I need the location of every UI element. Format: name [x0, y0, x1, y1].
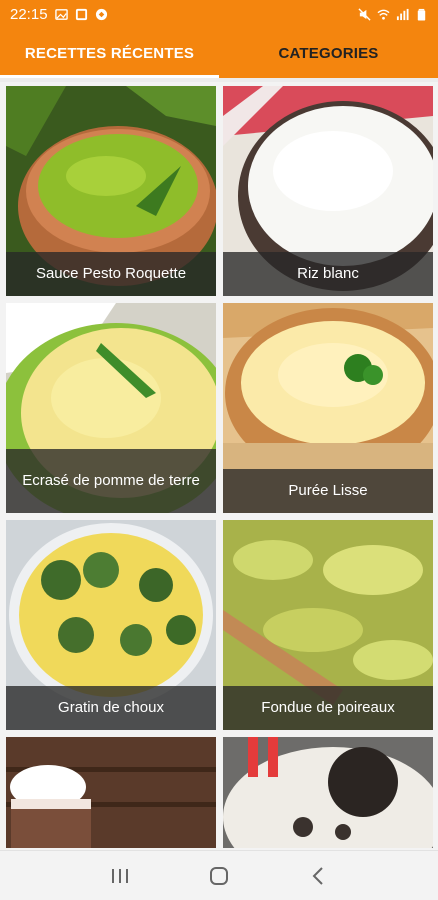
home-icon — [209, 866, 228, 885]
recipe-card-puree[interactable]: Purée Lisse — [223, 303, 433, 513]
app-icon — [95, 8, 107, 20]
recents-button[interactable] — [100, 861, 140, 891]
recipe-grid: Sauce Pesto Roquette Riz blanc Ecrasé de… — [6, 86, 433, 848]
recipe-card-gratin[interactable]: Gratin de choux — [6, 520, 216, 730]
tab-label-categories: CATEGORIES — [278, 44, 379, 62]
recipe-card-ecrase[interactable]: Ecrasé de pomme de terre — [6, 303, 216, 513]
recents-icon — [111, 868, 128, 883]
tab-bar: RECETTES RÉCENTES CATEGORIES — [0, 28, 438, 78]
recipe-card-dessert-2[interactable] — [223, 737, 433, 848]
wifi-icon — [377, 9, 390, 20]
recipe-title: Riz blanc — [223, 252, 433, 296]
recipe-card-pesto[interactable]: Sauce Pesto Roquette — [6, 86, 216, 296]
recipe-image-dessert-2 — [223, 737, 433, 848]
status-time: 22:15 — [10, 5, 48, 23]
recipe-title: Gratin de choux — [6, 686, 216, 730]
battery-icon — [417, 8, 426, 21]
system-nav-bar — [0, 850, 438, 900]
image-icon — [54, 8, 68, 20]
status-right — [358, 7, 428, 21]
recipe-title: Ecrasé de pomme de terre — [6, 449, 216, 513]
back-icon — [312, 866, 324, 885]
tab-recettes-recentes[interactable]: RECETTES RÉCENTES — [0, 28, 219, 78]
gallery-icon — [75, 8, 87, 20]
recipe-card-riz[interactable]: Riz blanc — [223, 86, 433, 296]
tab-label-recettes-recentes: RECETTES RÉCENTES — [24, 44, 195, 62]
status-left: 22:15 — [10, 6, 108, 23]
recipe-title: Sauce Pesto Roquette — [6, 252, 216, 296]
recipe-title: Fondue de poireaux — [223, 686, 433, 730]
status-bar: 22:15 — [0, 0, 438, 28]
recipe-image-dessert-1 — [6, 737, 216, 848]
divider — [0, 78, 438, 82]
back-button[interactable] — [298, 861, 338, 891]
recipe-card-dessert-1[interactable] — [6, 737, 216, 848]
recipe-card-fondue[interactable]: Fondue de poireaux — [223, 520, 433, 730]
home-button[interactable] — [199, 861, 239, 891]
signal-icon — [396, 8, 409, 20]
tab-categories[interactable]: CATEGORIES — [219, 28, 438, 78]
recipe-title: Purée Lisse — [223, 469, 433, 513]
mute-icon — [358, 7, 371, 21]
